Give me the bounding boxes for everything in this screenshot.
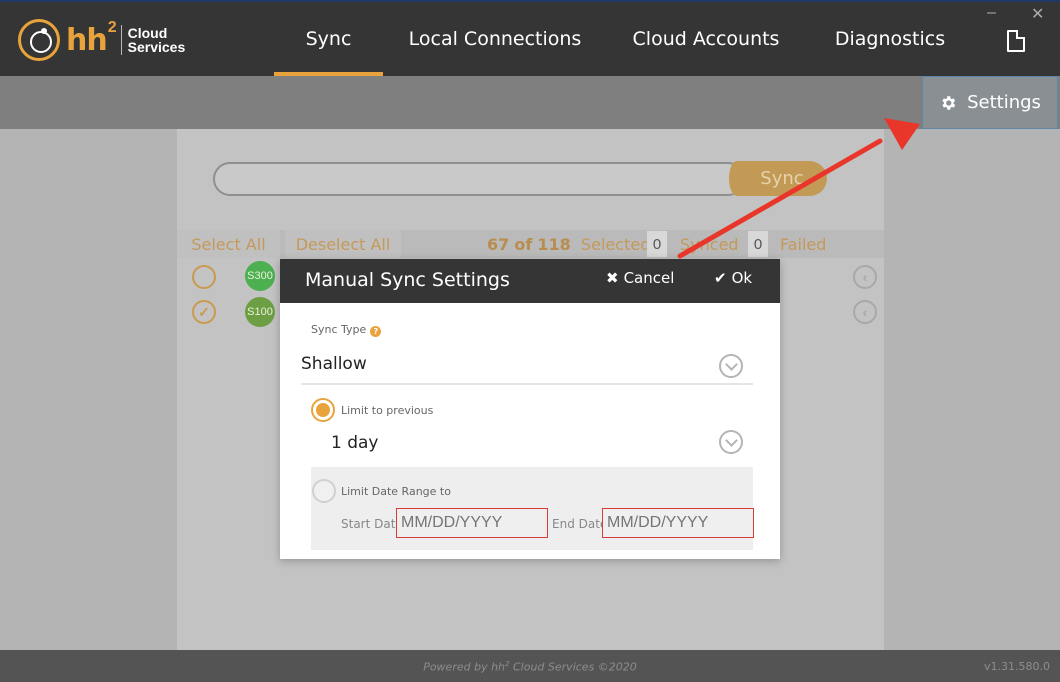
chevron-left-icon[interactable]: ‹ — [853, 265, 877, 289]
limit-previous-select[interactable]: 1 day — [331, 433, 379, 453]
tab-sync[interactable]: Sync — [274, 2, 383, 76]
minimize-button[interactable]: – — [987, 4, 996, 22]
select-all-label: Select All — [191, 234, 266, 254]
search-input[interactable] — [213, 162, 745, 196]
manual-sync-settings-dialog: Manual Sync Settings ✖ Cancel ✔ Ok Sync … — [280, 259, 780, 559]
tab-diagnostics-label: Diagnostics — [834, 28, 946, 50]
row-checkbox-checked[interactable]: ✓ — [192, 300, 216, 324]
synced-count: 0 — [647, 231, 667, 257]
ok-button[interactable]: ✔ Ok — [714, 269, 752, 287]
start-date-label: Start Date — [341, 517, 403, 531]
selected-count: 67 of 118 Selected — [487, 230, 650, 258]
chevron-down-icon[interactable] — [719, 430, 743, 454]
of-label: of — [514, 234, 533, 254]
sync-button[interactable]: Sync — [729, 161, 827, 196]
tab-diagnostics[interactable]: Diagnostics — [822, 2, 958, 76]
sync-type-select[interactable]: Shallow — [301, 354, 367, 374]
sync-type-label: Sync Type — [311, 323, 367, 336]
limit-range-label: Limit Date Range to — [341, 485, 451, 498]
dialog-title: Manual Sync Settings — [305, 269, 510, 291]
cancel-label: Cancel — [623, 269, 675, 287]
selected-number: 67 — [487, 234, 510, 254]
ok-label: Ok — [731, 269, 753, 287]
tab-cloud-accounts[interactable]: Cloud Accounts — [620, 2, 792, 76]
failed-label: Failed — [780, 234, 827, 254]
sync-type-label-wrap: Sync Type? — [311, 323, 382, 337]
action-bar — [0, 76, 1060, 129]
logo-divider — [120, 25, 122, 55]
tab-sync-label: Sync — [305, 28, 352, 50]
select-all-button[interactable]: Select All — [177, 230, 280, 258]
check-icon: ✔ — [714, 269, 727, 287]
limit-previous-radio[interactable] — [311, 398, 335, 422]
tab-cloud-accounts-label: Cloud Accounts — [632, 28, 780, 50]
tab-local-connections-label: Local Connections — [408, 28, 582, 50]
dialog-header: Manual Sync Settings ✖ Cancel ✔ Ok — [280, 259, 780, 303]
failed-label-wrap: Failed — [780, 230, 826, 258]
chevron-left-icon[interactable]: ‹ — [853, 300, 877, 324]
chevron-down-icon[interactable] — [719, 354, 743, 378]
limit-range-radio[interactable] — [312, 479, 336, 503]
settings-label: Settings — [967, 92, 1041, 113]
document-icon[interactable] — [1007, 30, 1025, 52]
settings-button[interactable]: Settings — [922, 76, 1058, 129]
end-date-label: End Date — [552, 517, 608, 531]
company-badge: S300 — [245, 261, 275, 291]
logo-brand: hh — [66, 22, 108, 58]
limit-previous-label: Limit to previous — [341, 404, 434, 417]
powered-by: Powered by hh2 Cloud Services ©2020 — [0, 660, 1060, 674]
sync-button-label: Sync — [760, 168, 804, 189]
powered-suffix: Cloud Services ©2020 — [509, 660, 637, 674]
synced-label-wrap: Synced — [680, 230, 739, 258]
divider — [301, 383, 753, 385]
gear-icon — [942, 95, 956, 110]
selected-label: Selected — [580, 234, 651, 254]
start-date-input[interactable] — [396, 508, 548, 538]
date-range-section: Limit Date Range to Start Date End Date — [311, 467, 754, 550]
end-date-input[interactable] — [602, 508, 754, 538]
row-checkbox[interactable] — [192, 265, 216, 289]
deselect-all-button[interactable]: Deselect All — [285, 230, 401, 258]
version-label: v1.31.580.0 — [984, 660, 1050, 673]
close-icon: ✖ — [606, 269, 619, 287]
powered-prefix: Powered by hh — [423, 660, 506, 674]
logo-superscript: 2 — [107, 19, 117, 36]
app-logo: hh 2 Cloud Services — [18, 16, 185, 64]
top-bar: hh 2 Cloud Services Sync Local Connectio… — [0, 0, 1060, 76]
help-icon[interactable]: ? — [370, 326, 382, 337]
logo-line-2: Services — [127, 39, 186, 55]
logo-mark-icon — [18, 19, 60, 61]
failed-count: 0 — [748, 231, 768, 257]
deselect-all-label: Deselect All — [295, 234, 391, 254]
cancel-button[interactable]: ✖ Cancel — [606, 269, 674, 287]
total-number: 118 — [537, 234, 571, 254]
close-window-button[interactable]: ✕ — [1031, 4, 1044, 24]
footer: Powered by hh2 Cloud Services ©2020 v1.3… — [0, 650, 1060, 682]
logo-text: Cloud Services — [128, 26, 186, 54]
company-badge: S100 — [245, 297, 275, 327]
tab-local-connections[interactable]: Local Connections — [400, 2, 590, 76]
synced-label: Synced — [680, 234, 739, 254]
